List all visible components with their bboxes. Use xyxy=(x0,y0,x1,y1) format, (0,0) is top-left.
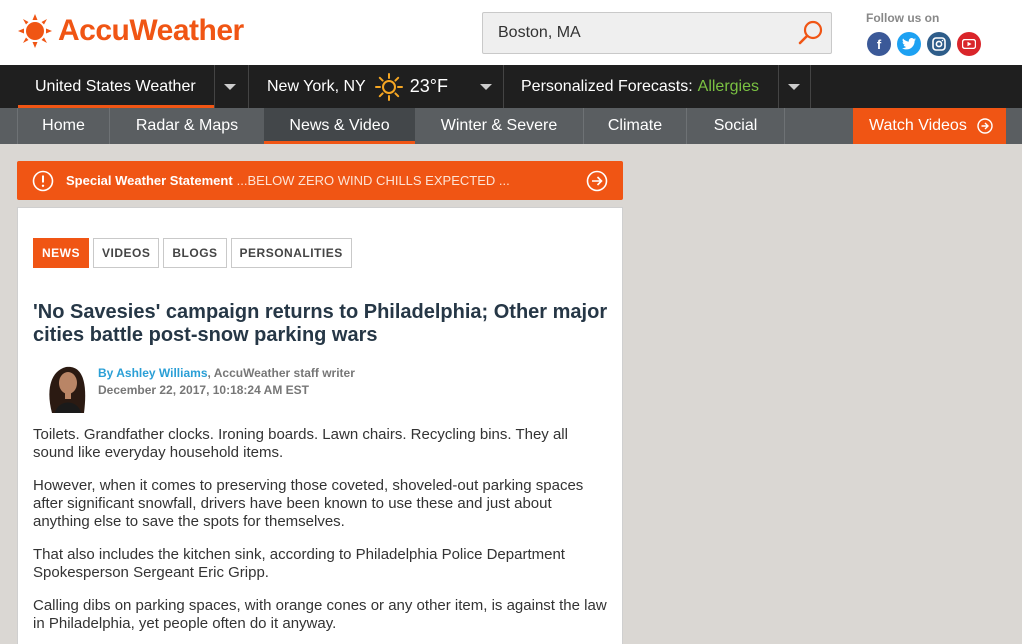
nav-social[interactable]: Social xyxy=(687,108,784,144)
personalized-value: Allergies xyxy=(697,77,759,95)
divider xyxy=(248,65,249,108)
follow-us-label: Follow us on xyxy=(866,11,940,25)
instagram-icon[interactable] xyxy=(927,32,951,56)
nav-news-video[interactable]: News & Video xyxy=(264,108,415,144)
arrow-circle-right-icon[interactable] xyxy=(586,170,608,192)
paragraph: That also includes the kitchen sink, acc… xyxy=(33,546,565,581)
site-header: AccuWeather Follow us on f xyxy=(0,0,1022,65)
region-label: United States Weather xyxy=(35,77,196,95)
divider xyxy=(778,65,779,108)
arrow-circle-right-icon xyxy=(977,118,993,134)
nav-climate[interactable]: Climate xyxy=(584,108,686,144)
divider xyxy=(810,65,811,108)
search-box xyxy=(482,12,832,54)
nav-radar-maps[interactable]: Radar & Maps xyxy=(110,108,264,144)
author-role: , AccuWeather staff writer xyxy=(207,366,355,380)
article-headline: 'No Savesies' campaign returns to Philad… xyxy=(33,301,608,346)
divider xyxy=(784,108,785,144)
article-panel: NEWS VIDEOS BLOGS PERSONALITIES 'No Save… xyxy=(17,207,623,644)
alert-title: Special Weather Statement xyxy=(66,173,233,188)
paragraph: Calling dibs on parking spaces, with ora… xyxy=(33,597,607,632)
paragraph: However, when it comes to preserving tho… xyxy=(33,477,584,530)
byline-prefix: By xyxy=(98,366,114,380)
location-dropdown-button[interactable] xyxy=(480,65,492,108)
region-selector[interactable]: United States Weather xyxy=(35,65,196,108)
alert-text: ...BELOW ZERO WIND CHILLS EXPECTED ... xyxy=(236,173,510,188)
paragraph: Toilets. Grandfather clocks. Ironing boa… xyxy=(33,426,568,461)
article-date: December 22, 2017, 10:18:24 AM EST xyxy=(98,383,310,397)
social-links: f xyxy=(867,32,981,56)
sun-logo-icon xyxy=(18,14,52,48)
tab-personalities[interactable]: PERSONALITIES xyxy=(230,238,352,268)
twitter-icon[interactable] xyxy=(897,32,921,56)
watch-videos-button[interactable]: Watch Videos xyxy=(853,108,1006,144)
accuweather-logo[interactable]: AccuWeather xyxy=(18,14,244,48)
city-label: New York, NY xyxy=(267,77,366,95)
nav-home[interactable]: Home xyxy=(18,108,109,144)
divider xyxy=(503,65,504,108)
logo-text: AccuWeather xyxy=(58,14,244,47)
author-link[interactable]: Ashley Williams xyxy=(116,366,207,380)
personalized-label: Personalized Forecasts: xyxy=(521,77,693,95)
location-bar: United States Weather New York, NY 23°F … xyxy=(0,65,1022,108)
content-tabs: NEWS VIDEOS BLOGS PERSONALITIES xyxy=(33,238,352,268)
nav-winter-severe[interactable]: Winter & Severe xyxy=(415,108,583,144)
personalized-dropdown-button[interactable] xyxy=(788,65,800,108)
tab-news[interactable]: NEWS xyxy=(33,238,89,268)
current-location[interactable]: New York, NY 23°F xyxy=(267,65,448,108)
personalized-forecasts[interactable]: Personalized Forecasts: Allergies xyxy=(521,65,759,108)
watch-videos-label: Watch Videos xyxy=(869,117,967,134)
byline: By Ashley Williams, AccuWeather staff wr… xyxy=(98,365,355,399)
chevron-down-icon xyxy=(788,83,800,90)
youtube-icon[interactable] xyxy=(957,32,981,56)
tab-blogs[interactable]: BLOGS xyxy=(163,238,227,268)
search-input[interactable] xyxy=(483,13,783,53)
author-avatar[interactable] xyxy=(38,361,96,413)
alert-icon xyxy=(32,170,54,191)
weather-alert-banner[interactable]: Special Weather Statement ...BELOW ZERO … xyxy=(17,161,623,200)
facebook-icon[interactable]: f xyxy=(867,32,891,56)
sun-icon xyxy=(374,72,403,101)
chevron-down-icon xyxy=(224,83,236,90)
temperature: 23°F xyxy=(409,76,448,96)
search-icon[interactable] xyxy=(797,19,825,47)
chevron-down-icon xyxy=(480,83,492,90)
region-dropdown-button[interactable] xyxy=(224,65,236,108)
divider xyxy=(214,65,215,108)
tab-videos[interactable]: VIDEOS xyxy=(93,238,160,268)
article-body: Toilets. Grandfather clocks. Ironing boa… xyxy=(33,426,611,644)
